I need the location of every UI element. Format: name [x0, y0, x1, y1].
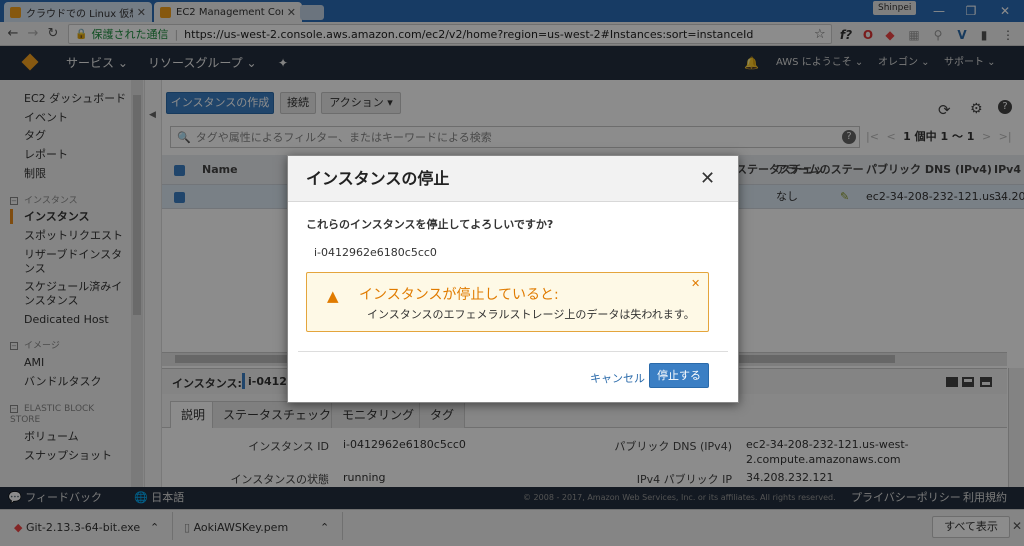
stop-button[interactable]: 停止する	[649, 363, 709, 388]
warning-icon: ▲	[327, 287, 339, 305]
dialog-instance-id: i-0412962e6180c5cc0	[314, 246, 437, 259]
warning-box: ▲ インスタンスが停止していると: インスタンスのエフェメラルストレージ上のデー…	[306, 272, 709, 332]
warning-title: インスタンスが停止していると:	[359, 287, 559, 303]
dialog-title: インスタンスの停止	[306, 169, 450, 188]
dismiss-warning-icon[interactable]: ✕	[691, 277, 700, 290]
close-icon[interactable]: ✕	[700, 156, 715, 202]
stop-instance-dialog: インスタンスの停止 ✕ これらのインスタンスを停止してよろしいですか? i-04…	[287, 155, 739, 403]
warning-text: インスタンスのエフェメラルストレージ上のデータは失われます。	[367, 308, 695, 321]
dialog-divider	[298, 351, 728, 352]
dialog-header: インスタンスの停止 ✕	[288, 156, 738, 202]
cancel-button[interactable]: キャンセル	[590, 370, 645, 386]
dialog-question: これらのインスタンスを停止してよろしいですか?	[306, 218, 554, 231]
